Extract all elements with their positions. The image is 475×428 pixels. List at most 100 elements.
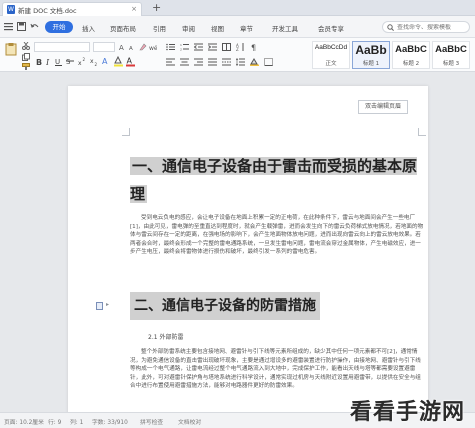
search-input[interactable]: [397, 23, 467, 31]
svg-text:1: 1: [180, 43, 182, 47]
svg-text:¶: ¶: [251, 44, 256, 52]
subheading[interactable]: 2.1 外部防雷: [148, 332, 183, 341]
cut-icon[interactable]: [22, 42, 30, 50]
align-center-icon[interactable]: [180, 58, 189, 66]
font-color-icon[interactable]: A: [126, 56, 135, 67]
watermark-logo: 看看手游网: [350, 400, 466, 425]
grow-font-icon[interactable]: A: [119, 43, 127, 51]
format-painter-icon[interactable]: [22, 63, 30, 70]
hamburger-menu-icon[interactable]: [4, 22, 13, 31]
command-search[interactable]: [382, 21, 470, 33]
svg-text:x: x: [78, 60, 82, 66]
svg-text:A: A: [119, 44, 124, 51]
status-column: 列: 1: [70, 420, 84, 426]
svg-text:2: 2: [83, 57, 86, 62]
tab-insert[interactable]: 插入: [82, 23, 95, 33]
expand-caret-icon[interactable]: ▸: [106, 301, 109, 308]
document-tab[interactable]: W 新建 DOC 文档.doc ×: [2, 2, 142, 16]
status-page[interactable]: 页面: 10.2厘米: [4, 417, 44, 426]
copy-icon[interactable]: [22, 53, 30, 61]
style-heading-1[interactable]: AaBb 标题 1: [352, 41, 390, 69]
tab-developer[interactable]: 开发工具: [272, 23, 298, 33]
distributed-align-icon[interactable]: [222, 58, 231, 66]
ribbon-toolbar: A A wén B I U S x2 x2 A A 12 AZ ¶ AaBbCc…: [0, 38, 475, 72]
search-icon: [387, 23, 394, 31]
title-bar: W 新建 DOC 文档.doc × +: [0, 0, 475, 16]
style-name: 标题 3: [442, 61, 460, 67]
undo-icon[interactable]: [30, 22, 39, 31]
align-right-icon[interactable]: [194, 58, 203, 66]
italic-icon[interactable]: I: [46, 57, 52, 66]
decrease-indent-icon[interactable]: [194, 43, 203, 51]
phonetic-guide-icon[interactable]: wén: [149, 43, 157, 51]
svg-text:A: A: [102, 57, 108, 66]
new-tab-button[interactable]: +: [152, 1, 161, 14]
clear-format-icon[interactable]: [139, 43, 147, 51]
tab-start[interactable]: 开始: [45, 21, 73, 33]
chinese-layout-icon[interactable]: [222, 43, 231, 51]
font-family-select[interactable]: [34, 42, 90, 52]
show-marks-icon[interactable]: ¶: [250, 43, 259, 52]
increase-indent-icon[interactable]: [208, 43, 217, 51]
margin-corner-mark: [122, 128, 130, 136]
underline-icon[interactable]: U: [55, 57, 62, 66]
tab-page-layout[interactable]: 页面布局: [110, 23, 136, 33]
style-sample: AaBbCcDd: [314, 44, 348, 51]
paste-icon[interactable]: [4, 42, 18, 56]
tab-review[interactable]: 审阅: [182, 23, 195, 33]
shading-icon[interactable]: [250, 58, 259, 66]
menu-bar: 开始 插入 页面布局 引用 审阅 视图 章节 开发工具 会员专享: [0, 16, 475, 38]
text-effect-icon[interactable]: A: [102, 56, 111, 67]
highlight-color-icon[interactable]: [114, 56, 123, 67]
line-spacing-icon[interactable]: [236, 58, 245, 66]
sort-icon[interactable]: AZ: [236, 43, 245, 51]
strikethrough-icon[interactable]: S: [66, 57, 74, 66]
style-name: 标题 1: [362, 61, 380, 67]
justify-icon[interactable]: [208, 58, 217, 66]
style-sample: AaBb: [355, 43, 387, 57]
svg-text:U: U: [55, 58, 60, 66]
numbered-list-icon[interactable]: 12: [180, 43, 189, 51]
outline-icon[interactable]: [96, 302, 103, 310]
svg-text:I: I: [46, 58, 50, 66]
status-spell-check[interactable]: 拼写检查: [140, 417, 163, 426]
document-title: 新建 DOC 文档.doc: [18, 6, 77, 15]
style-normal[interactable]: AaBbCcDd 正文: [312, 41, 350, 69]
style-heading-2[interactable]: AaBbC 标题 2: [392, 41, 430, 69]
subscript-icon[interactable]: x2: [90, 57, 98, 66]
edit-header-button[interactable]: 双击编辑页眉: [358, 100, 408, 114]
superscript-icon[interactable]: x2: [78, 57, 86, 66]
svg-text:S: S: [66, 58, 71, 66]
save-icon[interactable]: [17, 22, 26, 31]
font-size-select[interactable]: [93, 42, 115, 52]
status-proofread[interactable]: 文档校对: [178, 417, 201, 426]
shrink-font-icon[interactable]: A: [129, 44, 136, 51]
tab-member[interactable]: 会员专享: [318, 23, 344, 33]
status-word-count[interactable]: 字数: 33/910: [92, 417, 128, 426]
style-sample: AaBbC: [395, 44, 427, 55]
align-left-icon[interactable]: [166, 58, 175, 66]
close-tab-icon[interactable]: ×: [131, 5, 137, 13]
heading-1-text: 一、通信电子设备由于雷击而受损的基本原理: [130, 157, 418, 203]
svg-text:2: 2: [180, 48, 182, 52]
status-line: 行: 9: [48, 420, 62, 426]
style-heading-3[interactable]: AaBbC 标题 3: [432, 41, 470, 69]
document-workspace[interactable]: 双击编辑页眉 一、通信电子设备由于雷击而受损的基本原理 受到电云负电的感应，会让…: [0, 72, 475, 412]
borders-icon[interactable]: [264, 58, 273, 66]
heading-2[interactable]: 二、通信电子设备的防雷措施: [130, 292, 320, 320]
bullet-list-icon[interactable]: [166, 43, 175, 51]
paragraph-1[interactable]: 受到电云负电的感应，会让电子设备在地面上积累一定的正电荷，在此种条件下，雷云与地…: [130, 214, 424, 282]
svg-text:A: A: [129, 46, 133, 51]
svg-text:A: A: [127, 57, 133, 66]
heading-1[interactable]: 一、通信电子设备由于雷击而受损的基本原理: [130, 152, 424, 208]
margin-corner-mark: [418, 128, 426, 136]
style-sample: AaBbC: [435, 44, 467, 55]
tab-references[interactable]: 引用: [153, 23, 166, 33]
tab-sections[interactable]: 章节: [240, 23, 253, 33]
style-name: 标题 2: [402, 61, 420, 67]
svg-text:Z: Z: [236, 47, 239, 51]
bold-icon[interactable]: B: [36, 57, 43, 66]
tab-view[interactable]: 视图: [211, 23, 224, 33]
svg-text:x: x: [90, 58, 94, 65]
document-page[interactable]: 双击编辑页眉 一、通信电子设备由于雷击而受损的基本原理 受到电云负电的感应，会让…: [68, 86, 428, 412]
